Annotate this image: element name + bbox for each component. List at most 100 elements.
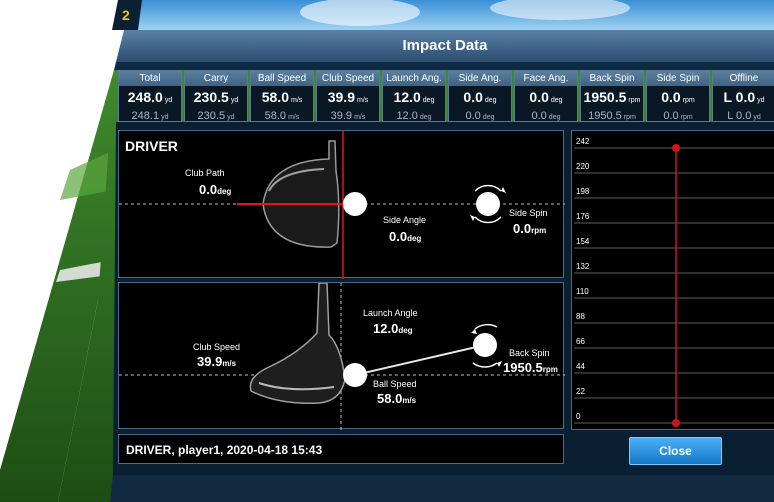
chart-tick-label: 0 <box>576 412 581 421</box>
stat-value-unit: m/s <box>290 97 303 104</box>
stat-launch-ang: Launch Ang. 12.0 deg 12.0 deg <box>382 70 446 122</box>
side-spin-value: 0.0 <box>513 221 532 236</box>
stat-average-unit: deg <box>419 114 432 121</box>
stat-value-unit: deg <box>484 97 497 104</box>
club-path-label: Club Path <box>185 168 225 178</box>
ball-speed-label: Ball Speed <box>373 379 417 389</box>
chart-tick-label: 220 <box>576 162 590 171</box>
stat-average-number: 0.0 <box>465 110 481 122</box>
chart-tick-label: 198 <box>576 187 590 196</box>
chart-tick-label: 242 <box>576 137 590 146</box>
launch-angle-label: Launch Angle <box>363 308 418 318</box>
stat-average-unit: m/s <box>354 114 366 121</box>
side-spin-unit: rpm <box>531 226 547 235</box>
stat-value-number: 230.5 <box>193 89 229 105</box>
stat-average: 58.0 m/s <box>251 110 313 124</box>
stat-value: 58.0 m/s <box>251 88 313 110</box>
stat-average-number: 12.0 <box>396 110 418 122</box>
close-button[interactable]: Close <box>629 437 722 465</box>
stat-average-unit: rpm <box>623 114 636 121</box>
stat-value-number: 1950.5 <box>583 89 627 105</box>
stat-average-unit: m/s <box>288 114 300 121</box>
stat-value: L 0.0 yd <box>713 88 774 110</box>
stat-average: 0.0 deg <box>515 110 577 124</box>
ball-speed-value: 58.0 <box>377 391 403 406</box>
stat-average-number: 248.1 <box>131 110 160 122</box>
stat-value-unit: yd <box>230 97 239 104</box>
stat-average-number: 58.0 <box>264 110 287 122</box>
stat-back-spin: Back Spin 1950.5 rpm 1950.5 rpm <box>580 70 644 122</box>
launch-angle-readout: 12.0deg <box>373 321 413 336</box>
side-angle-readout: 0.0deg <box>389 229 421 244</box>
side-view-panel: Launch Angle 12.0deg Club Speed 39.9m/s … <box>118 282 565 430</box>
chart-tick-label: 110 <box>576 287 589 296</box>
club-speed-readout: 39.9m/s <box>197 354 236 369</box>
trajectory-point <box>672 419 680 427</box>
stat-value: 230.5 yd <box>185 88 247 110</box>
stat-ball-speed: Ball Speed 58.0 m/s 58.0 m/s <box>250 70 314 122</box>
chart-tick-label: 88 <box>576 312 585 321</box>
stat-average-unit: yd <box>753 114 761 121</box>
stat-value-number: 0.0 <box>661 89 681 105</box>
stat-value-number: 58.0 <box>261 89 289 105</box>
stat-average-number: 0.0 <box>531 110 547 122</box>
stat-average-number: 39.9 <box>330 110 353 122</box>
stat-label: Ball Speed <box>251 71 313 86</box>
stat-average-unit: yd <box>227 114 235 121</box>
back-spin-readout: 1950.5rpm <box>503 360 558 375</box>
stat-club-speed: Club Speed 39.9 m/s 39.9 m/s <box>316 70 380 122</box>
stat-average: 1950.5 rpm <box>581 110 643 124</box>
stat-value-unit: yd <box>757 97 765 104</box>
back-spin-value: 1950.5 <box>503 360 543 375</box>
stat-value-unit: yd <box>164 97 173 104</box>
top-view-panel: DRIVER Club Path 0.0deg Side Angle 0.0de… <box>118 130 565 279</box>
stat-value: 0.0 deg <box>515 88 577 110</box>
stat-value: 248.0 yd <box>119 88 181 110</box>
trajectory-point <box>672 144 680 152</box>
stat-average: 39.9 m/s <box>317 110 379 124</box>
stat-value-unit: rpm <box>682 97 695 104</box>
chart-tick-label: 66 <box>576 337 585 346</box>
stat-offline: Offline L 0.0 yd L 0.0 yd <box>712 70 774 122</box>
stat-side-ang: Side Ang. 0.0 deg 0.0 deg <box>448 70 512 122</box>
chart-tick-label: 132 <box>576 262 590 271</box>
stat-value: 1950.5 rpm <box>581 88 643 110</box>
club-path-unit: deg <box>217 187 232 196</box>
shot-info-text: DRIVER, player1, 2020-04-18 15:43 <box>126 443 323 457</box>
stat-label: Launch Ang. <box>383 71 445 86</box>
stat-average-unit: rpm <box>680 114 693 121</box>
stat-average: 0.0 deg <box>449 110 511 124</box>
stat-value: 39.9 m/s <box>317 88 379 110</box>
stat-carry: Carry 230.5 yd 230.5 yd <box>184 70 248 122</box>
top-view-graphic <box>119 131 565 279</box>
stat-average: 248.1 yd <box>119 110 181 124</box>
stat-label: Club Speed <box>317 71 379 86</box>
ball-spin-icon <box>476 192 500 216</box>
stat-label: Carry <box>185 71 247 86</box>
close-button-label: Close <box>659 444 692 458</box>
ball-icon-side <box>343 363 367 387</box>
stat-label: Offline <box>713 71 774 86</box>
stat-value-number: 0.0 <box>463 89 483 105</box>
height-chart-panel: 242 220 198 176 154 132 110 88 66 44 22 0 <box>571 130 774 430</box>
stat-label: Back Spin <box>581 71 643 86</box>
stat-label: Side Ang. <box>449 71 511 86</box>
stat-total: Total 248.0 yd 248.1 yd <box>118 70 182 122</box>
side-spin-readout: 0.0rpm <box>513 221 546 236</box>
stat-value-number: 39.9 <box>327 89 355 105</box>
stat-value-unit: rpm <box>628 97 641 104</box>
shot-info-bar: DRIVER, player1, 2020-04-18 15:43 <box>118 434 564 464</box>
stat-label: Face Ang. <box>515 71 577 86</box>
window-title: Impact Data <box>402 37 488 54</box>
back-spin-unit: rpm <box>542 365 558 374</box>
stat-value-number: 12.0 <box>393 89 421 105</box>
stat-value: 0.0 deg <box>449 88 511 110</box>
ball-icon <box>343 192 367 216</box>
driver-head-top-icon <box>262 140 340 248</box>
club-speed-unit: m/s <box>222 359 237 368</box>
stat-average-number: L 0.0 <box>727 110 752 122</box>
launch-angle-unit: deg <box>398 326 413 335</box>
stat-value-unit: m/s <box>356 97 369 104</box>
chart-tick-label: 176 <box>576 212 590 221</box>
side-angle-label: Side Angle <box>383 215 427 225</box>
